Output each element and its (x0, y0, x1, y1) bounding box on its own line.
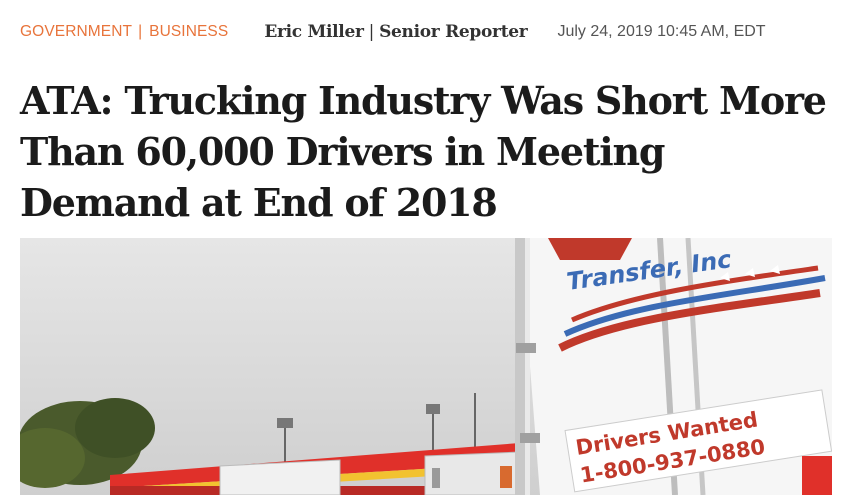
author-name[interactable]: Eric Miller (264, 22, 364, 42)
publish-date: July 24, 2019 10:45 AM, EDT (557, 23, 766, 40)
byline-separator: | (368, 22, 375, 42)
caution-sticker (802, 456, 832, 495)
article-meta: GOVERNMENT | BUSINESS Eric Miller | Senior… (20, 18, 836, 46)
hero-image: Transfer, Inc Drivers Wanted 1-800-937-0… (20, 238, 832, 495)
category-link-business[interactable]: BUSINESS (149, 23, 228, 41)
category-link-government[interactable]: GOVERNMENT (20, 23, 132, 41)
hero-photo: Transfer, Inc Drivers Wanted 1-800-937-0… (20, 238, 832, 495)
byline: Eric Miller | Senior Reporter (264, 22, 527, 42)
category-separator: | (138, 23, 143, 40)
author-title: Senior Reporter (379, 22, 528, 42)
article-headline: ATA: Trucking Industry Was Short More Th… (20, 78, 827, 225)
